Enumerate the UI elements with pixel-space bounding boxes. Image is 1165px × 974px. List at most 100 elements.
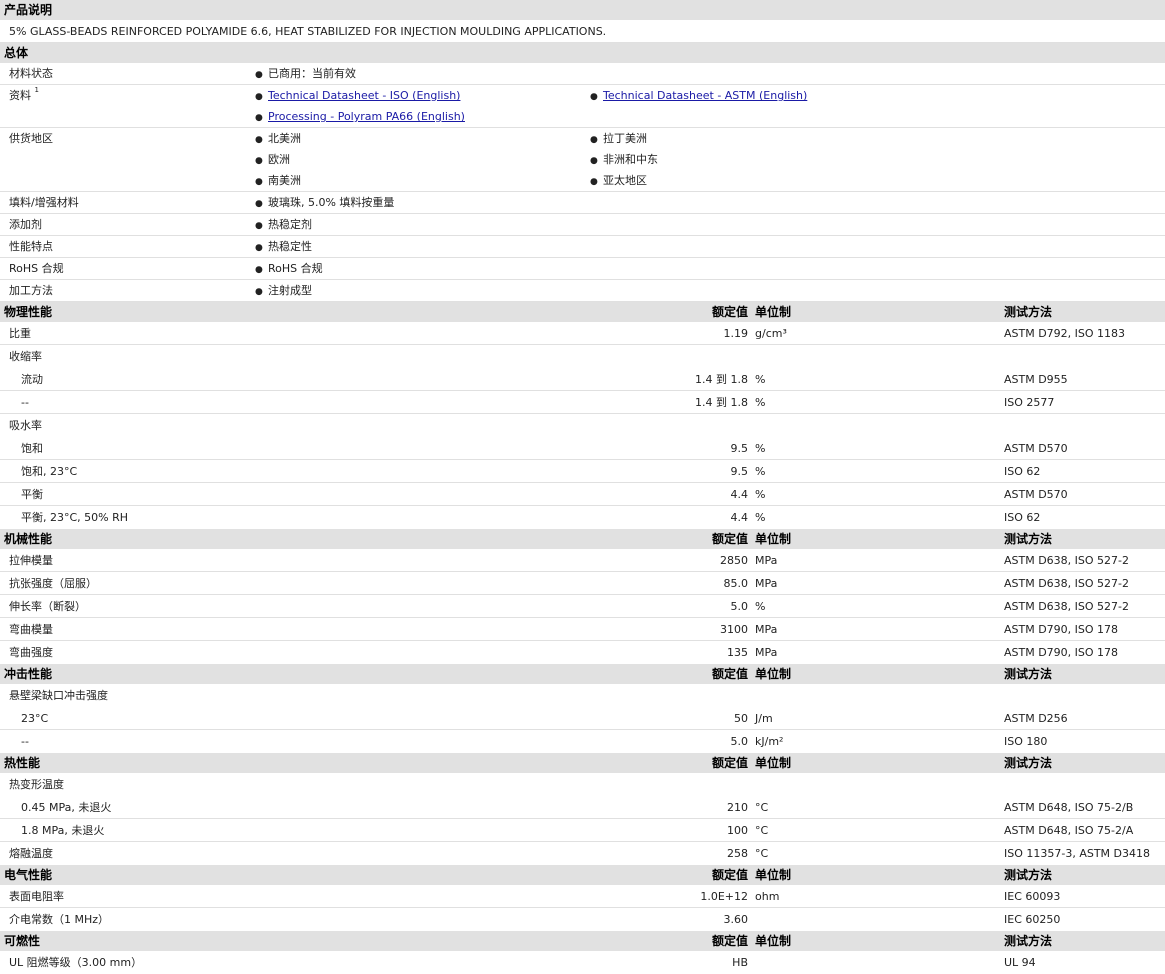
bullet-icon: ● <box>590 177 598 187</box>
property-row: 平衡, 23°C, 50% RH 4.4% ISO 62 <box>0 506 1165 529</box>
column-header-value: 额定值 <box>711 305 748 319</box>
property-unit: % <box>755 465 766 478</box>
test-method: ISO 62 <box>1004 511 1041 524</box>
property-row: 弯曲强度 135 MPa ASTM D790, ISO 178 <box>0 641 1165 664</box>
property-unit: J/m <box>755 712 773 725</box>
property-label: 介电常数（1 MHz） <box>9 913 110 926</box>
column-header-unit: 单位制 <box>755 667 792 681</box>
property-label: 平衡, 23°C, 50% RH <box>21 511 129 524</box>
test-method: ASTM D790, ISO 178 <box>1004 646 1119 659</box>
property-label: 流动 <box>21 373 43 386</box>
property-label: 收缩率 <box>9 350 42 363</box>
bullet-icon: ● <box>255 199 263 209</box>
property-row: 饱和, 23°C 9.5% ISO 62 <box>0 460 1165 483</box>
property-label: 饱和, 23°C <box>21 465 78 478</box>
property-label: 悬壁梁缺口冲击强度 <box>9 689 108 702</box>
general-row: 加工方法 ● 注射成型 <box>0 280 1165 302</box>
column-header-unit: 单位制 <box>755 756 792 770</box>
product-description: 5% GLASS-BEADS REINFORCED POLYAMIDE 6.6,… <box>0 20 1165 43</box>
column-header-unit: 单位制 <box>755 934 792 948</box>
value-cell: ● 南美洲 <box>252 170 587 191</box>
property-label: 伸长率（断裂） <box>9 600 86 613</box>
datasheet-link[interactable]: Processing - Polyram PA66 (English) <box>268 110 465 123</box>
value-text: 热稳定剂 <box>268 218 312 231</box>
row-label: 材料状态 <box>9 67 53 80</box>
test-method: ISO 62 <box>1004 465 1041 478</box>
section-header: 热性能 额定值 单位制 测试方法 <box>0 753 1165 773</box>
general-row-label: 资料 1 <box>0 85 252 106</box>
test-method: UL 94 <box>1004 956 1036 969</box>
property-unit: ohm <box>755 890 780 903</box>
value-text: 南美洲 <box>268 174 301 187</box>
datasheet: 产品说明 5% GLASS-BEADS REINFORCED POLYAMIDE … <box>0 0 1165 974</box>
property-value: 1.0E+12 <box>700 890 748 903</box>
datasheet-link[interactable]: Technical Datasheet - ASTM (English) <box>603 89 807 102</box>
row-label: 供货地区 <box>9 132 53 145</box>
general-row: 供货地区 ● 北美洲 ● 拉丁美洲 ● 欧洲 ● 非洲和中东 ● 南美洲 ● 亚太地区 <box>0 128 1165 192</box>
section-header: 物理性能 额定值 单位制 测试方法 <box>0 302 1165 322</box>
value-cell: ● Technical Datasheet - ISO (English) <box>252 85 587 106</box>
bullet-icon: ● <box>590 156 598 166</box>
property-value: 1.4 到 1.8 <box>695 373 748 386</box>
section-title: 电气性能 <box>4 868 53 882</box>
property-value: 5.0 <box>730 600 749 613</box>
general-row-label: RoHS 合规 <box>0 258 252 279</box>
property-value: HB <box>732 956 748 969</box>
property-label: 抗张强度（屈服） <box>9 577 97 590</box>
section-title: 总体 <box>4 46 29 60</box>
bullet-icon: ● <box>590 92 598 102</box>
property-unit: % <box>755 600 766 613</box>
property-unit: MPa <box>755 577 778 590</box>
general-row-values: ● 玻璃珠, 5.0% 填料按重量 <box>252 192 1165 213</box>
general-row-label: 加工方法 <box>0 280 252 301</box>
section-header: 冲击性能 额定值 单位制 测试方法 <box>0 664 1165 684</box>
test-method: ASTM D648, ISO 75-2/B <box>1004 801 1134 814</box>
property-value: 9.5 <box>730 465 749 478</box>
column-header-test: 测试方法 <box>1004 868 1053 882</box>
general-row: 资料 1 ● Technical Datasheet - ISO (English)… <box>0 85 1165 128</box>
value-cell: ● 已商用：当前有效 <box>252 63 587 84</box>
datasheet-link[interactable]: Technical Datasheet - ISO (English) <box>268 89 460 102</box>
section-header: 电气性能 额定值 单位制 测试方法 <box>0 865 1165 885</box>
test-method: ASTM D648, ISO 75-2/A <box>1004 824 1134 837</box>
column-header-test: 测试方法 <box>1004 756 1053 770</box>
bullet-icon: ● <box>255 135 263 145</box>
property-row: UL 阻燃等级（3.00 mm） HB UL 94 <box>0 951 1165 974</box>
row-label: RoHS 合规 <box>9 262 64 275</box>
section-header-description: 产品说明 <box>0 0 1165 20</box>
bullet-icon: ● <box>255 243 263 253</box>
value-cell: ● 玻璃珠, 5.0% 填料按重量 <box>252 192 587 213</box>
property-value: 100 <box>727 824 748 837</box>
property-value: 5.0 <box>730 735 749 748</box>
column-header-unit: 单位制 <box>755 305 792 319</box>
property-row: -- 1.4 到 1.8% ISO 2577 <box>0 391 1165 414</box>
general-row-label: 性能特点 <box>0 236 252 257</box>
bullet-icon: ● <box>255 92 263 102</box>
property-value: 1.4 到 1.8 <box>695 396 748 409</box>
property-label: 饱和 <box>21 442 43 455</box>
footnote-marker: 1 <box>34 86 39 94</box>
test-method: ASTM D570 <box>1004 488 1068 501</box>
column-header-value: 额定值 <box>711 532 748 546</box>
column-header-test: 测试方法 <box>1004 934 1053 948</box>
test-method: ASTM D570 <box>1004 442 1068 455</box>
property-row: 平衡 4.4% ASTM D570 <box>0 483 1165 506</box>
general-row: 性能特点 ● 热稳定性 <box>0 236 1165 258</box>
property-value: 1.19 <box>723 327 749 340</box>
property-value: 4.4 <box>730 511 749 524</box>
property-unit: % <box>755 373 766 386</box>
bullet-icon: ● <box>590 135 598 145</box>
row-label: 资料 <box>9 89 31 102</box>
value-cell: ● 热稳定剂 <box>252 214 587 235</box>
row-label: 性能特点 <box>9 240 53 253</box>
general-row: RoHS 合规 ● RoHS 合规 <box>0 258 1165 280</box>
value-cell: ● 北美洲 <box>252 128 587 149</box>
bullet-icon: ● <box>255 70 263 80</box>
property-value: 3.60 <box>723 913 749 926</box>
test-method: ASTM D955 <box>1004 373 1068 386</box>
general-row-label: 供货地区 <box>0 128 252 149</box>
column-header-value: 额定值 <box>711 934 748 948</box>
section-header: 机械性能 额定值 单位制 测试方法 <box>0 529 1165 549</box>
value-cell: ● Processing - Polyram PA66 (English) <box>252 106 587 127</box>
general-row-values: ● 北美洲 ● 拉丁美洲 ● 欧洲 ● 非洲和中东 ● 南美洲 ● 亚太地区 <box>252 128 1165 191</box>
